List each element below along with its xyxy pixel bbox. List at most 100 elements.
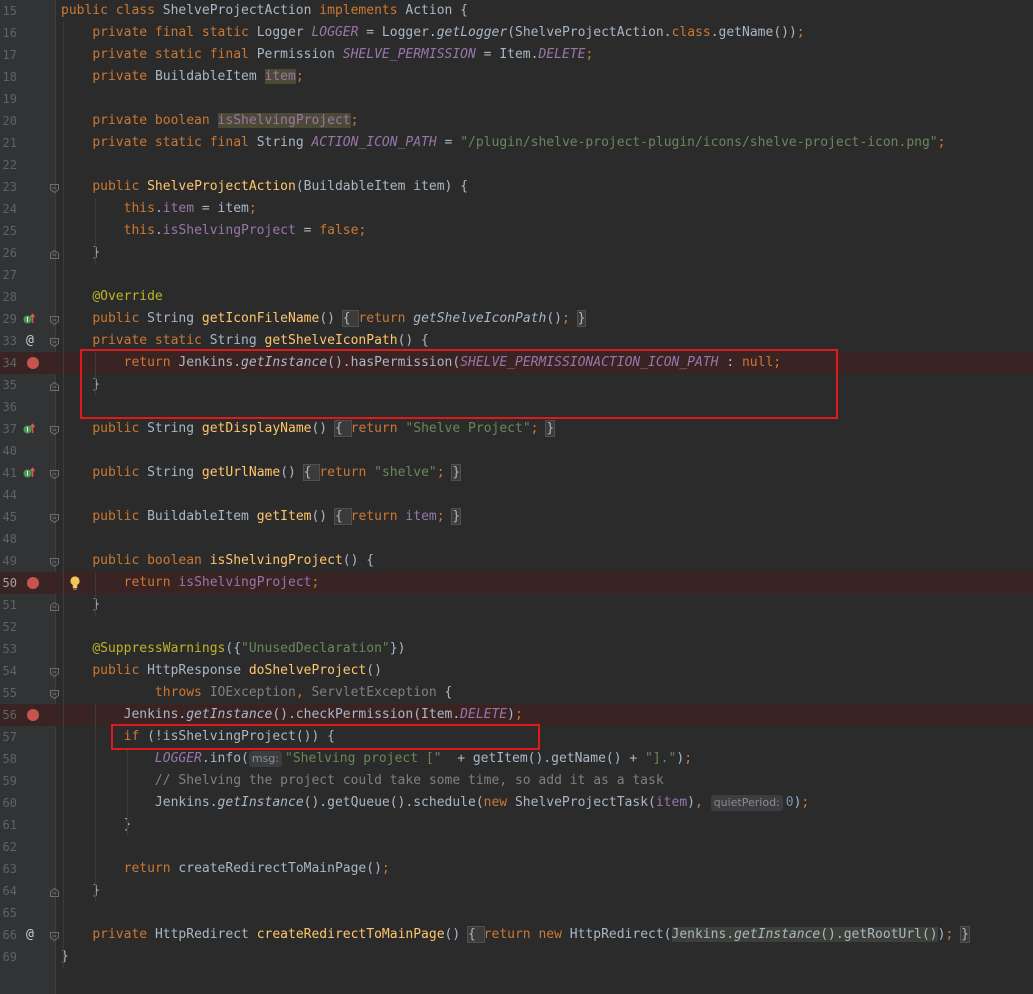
code-line[interactable]: 20 private boolean isShelvingProject; <box>0 110 1033 132</box>
fold-marker-icon[interactable] <box>50 930 59 942</box>
code-line[interactable]: 69} <box>0 946 1033 968</box>
code-text[interactable]: @Override <box>61 286 162 308</box>
code-token: ServletException <box>311 685 445 700</box>
code-line[interactable]: 44 <box>0 484 1033 506</box>
code-text[interactable]: public BuildableItem getItem() { return … <box>61 506 462 528</box>
code-text[interactable]: public String getUrlName() { return "she… <box>61 462 462 484</box>
code-line[interactable]: 15 public class ShelveProjectAction imple… <box>0 0 1033 22</box>
fold-marker-icon[interactable] <box>50 314 59 326</box>
code-token: "/plugin/shelve-project-plugin/icons/she… <box>460 135 938 150</box>
code-line[interactable]: 59 // Shelving the project could take so… <box>0 770 1033 792</box>
code-token: = <box>295 223 320 238</box>
code-text[interactable]: return createRedirectToMainPage(); <box>61 858 390 880</box>
code-text[interactable]: public String getIconFileName() { return… <box>61 308 587 330</box>
code-line[interactable]: 51 } <box>0 594 1033 616</box>
code-text[interactable]: LOGGER.info(msg: "Shelving project [" + g… <box>61 748 692 770</box>
code-line[interactable]: 18 private BuildableItem item; <box>0 66 1033 88</box>
fold-marker-icon[interactable] <box>50 380 59 391</box>
code-text[interactable]: this.item = item; <box>61 198 257 220</box>
fold-marker-icon[interactable] <box>50 336 59 348</box>
code-text[interactable]: public ShelveProjectAction(BuildableItem… <box>61 176 468 198</box>
code-text[interactable]: private BuildableItem item; <box>61 66 304 88</box>
code-line[interactable]: 28 @Override <box>0 286 1033 308</box>
code-line[interactable]: 16 private final static Logger LOGGER = … <box>0 22 1033 44</box>
code-line[interactable]: 27 <box>0 264 1033 286</box>
code-text[interactable]: this.isShelvingProject = false; <box>61 220 367 242</box>
code-line[interactable]: 22 <box>0 154 1033 176</box>
code-line[interactable]: 45 public BuildableItem getItem() { retu… <box>0 506 1033 528</box>
implements-method-icon[interactable] <box>23 312 37 326</box>
code-text[interactable]: Jenkins.getInstance().getQueue().schedul… <box>61 792 809 814</box>
code-line[interactable]: 63 return createRedirectToMainPage(); <box>0 858 1033 880</box>
code-text[interactable]: private static final Permission SHELVE_P… <box>61 44 593 66</box>
code-text[interactable]: } <box>61 814 132 836</box>
code-text[interactable]: private boolean isShelvingProject; <box>61 110 358 132</box>
line-number: 28 <box>2 290 17 304</box>
code-token: return <box>123 861 179 876</box>
code-line[interactable]: 40 <box>0 440 1033 462</box>
code-line[interactable]: 52 <box>0 616 1033 638</box>
code-line[interactable]: 29 public String getIconFileName() { ret… <box>0 308 1033 330</box>
breakpoint-icon[interactable] <box>27 577 39 589</box>
code-text[interactable]: Jenkins.getInstance().checkPermission(It… <box>61 704 523 726</box>
code-line[interactable]: 26 } <box>0 242 1033 264</box>
code-token: ; <box>530 421 547 436</box>
fold-marker-icon[interactable] <box>50 886 59 897</box>
code-line[interactable]: 50 return isShelvingProject; <box>0 572 1033 594</box>
code-line[interactable]: 23 public ShelveProjectAction(BuildableI… <box>0 176 1033 198</box>
code-text[interactable]: @SuppressWarnings({"UnusedDeclaration"}) <box>61 638 405 660</box>
code-line[interactable]: 41 public String getUrlName() { return "… <box>0 462 1033 484</box>
code-text[interactable]: public HttpResponse doShelveProject() <box>61 660 382 682</box>
code-line[interactable]: 65 <box>0 902 1033 924</box>
fold-marker-icon[interactable] <box>50 600 59 611</box>
code-line[interactable]: 55 throws IOException, ServletException … <box>0 682 1033 704</box>
fold-marker-icon[interactable] <box>50 666 59 678</box>
annotation-marker-icon[interactable]: @ <box>26 332 34 350</box>
code-text[interactable]: public String getDisplayName() { return … <box>61 418 556 440</box>
fold-marker-icon[interactable] <box>50 182 59 194</box>
fold-marker-icon[interactable] <box>50 556 59 568</box>
code-line[interactable]: 37 public String getDisplayName() { retu… <box>0 418 1033 440</box>
code-token: .getName()) <box>710 25 797 40</box>
code-line[interactable]: 25 this.isShelvingProject = false; <box>0 220 1033 242</box>
code-text[interactable]: public boolean isShelvingProject() { <box>61 550 374 572</box>
fold-marker-icon[interactable] <box>50 512 59 524</box>
code-text[interactable]: // Shelving the project could take some … <box>61 770 664 792</box>
fold-marker-icon[interactable] <box>50 424 59 436</box>
code-text[interactable]: throws IOException, ServletException { <box>61 682 452 704</box>
code-line[interactable]: 24 this.item = item; <box>0 198 1033 220</box>
code-token: { <box>444 685 453 700</box>
code-text[interactable]: public class ShelveProjectAction impleme… <box>61 0 468 22</box>
code-line[interactable]: 49 public boolean isShelvingProject() { <box>0 550 1033 572</box>
code-line[interactable]: 56 Jenkins.getInstance().checkPermission… <box>0 704 1033 726</box>
fold-marker-icon[interactable] <box>50 248 59 259</box>
code-line[interactable]: 54 public HttpResponse doShelveProject() <box>0 660 1033 682</box>
annotation-marker-icon[interactable]: @ <box>26 926 34 944</box>
code-line[interactable]: 21 private static final String ACTION_IC… <box>0 132 1033 154</box>
breakpoint-icon[interactable] <box>27 357 39 369</box>
code-text[interactable]: private HttpRedirect createRedirectToMai… <box>61 924 970 946</box>
breakpoint-icon[interactable] <box>27 709 39 721</box>
code-line[interactable]: 48 <box>0 528 1033 550</box>
fold-marker-icon[interactable] <box>50 468 59 480</box>
line-number: 58 <box>2 752 17 766</box>
implements-method-icon[interactable] <box>23 466 37 480</box>
fold-marker-icon[interactable] <box>50 688 59 700</box>
line-number: 48 <box>2 532 17 546</box>
code-line[interactable]: 62 <box>0 836 1033 858</box>
code-text[interactable]: private static final String ACTION_ICON_… <box>61 132 945 154</box>
code-token: false; <box>319 223 367 238</box>
code-line[interactable]: 61 } <box>0 814 1033 836</box>
code-line[interactable]: 66 @ private HttpRedirect createRedirectT… <box>0 924 1033 946</box>
code-line[interactable]: 19 <box>0 88 1033 110</box>
implements-method-icon[interactable] <box>23 422 37 436</box>
code-text[interactable]: private final static Logger LOGGER = Log… <box>61 22 804 44</box>
code-line[interactable]: 64 } <box>0 880 1033 902</box>
code-line[interactable]: 60 Jenkins.getInstance().getQueue().sche… <box>0 792 1033 814</box>
code-line[interactable]: 58 LOGGER.info(msg: "Shelving project [" … <box>0 748 1033 770</box>
code-line[interactable]: 53 @SuppressWarnings({"UnusedDeclaration… <box>0 638 1033 660</box>
code-text[interactable]: return isShelvingProject; <box>61 572 320 594</box>
code-line[interactable]: 17 private static final Permission SHELV… <box>0 44 1033 66</box>
